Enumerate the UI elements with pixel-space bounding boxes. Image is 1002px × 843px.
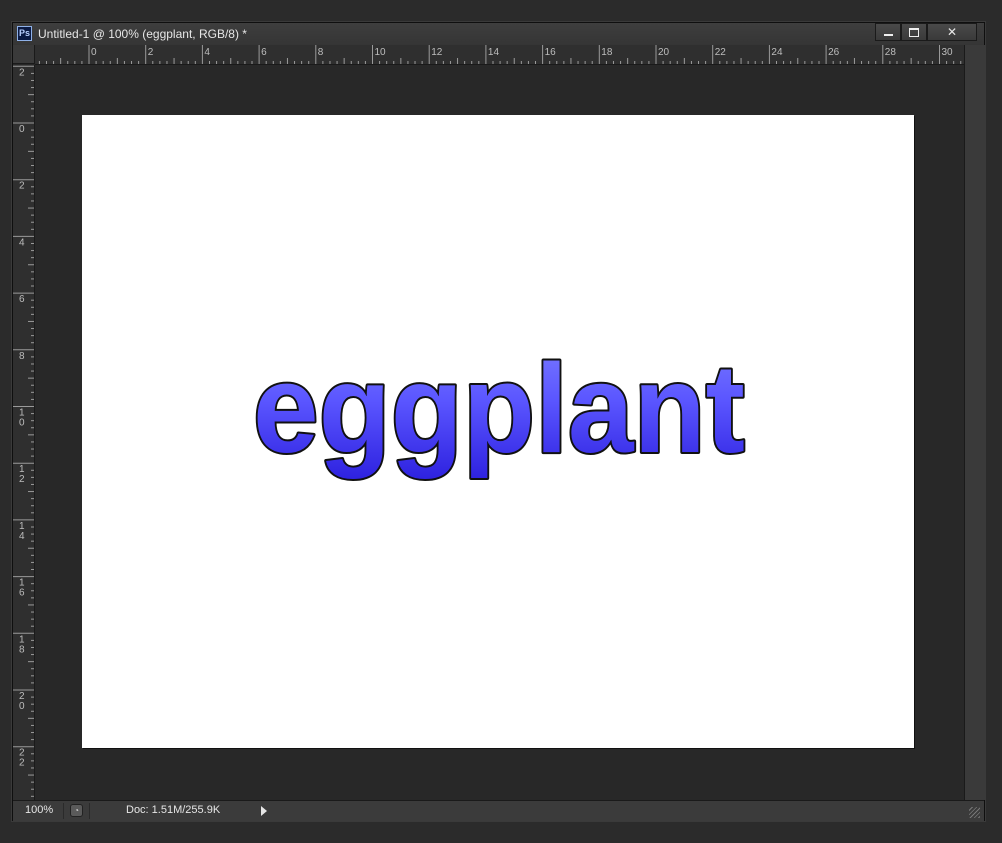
- ruler-label: 4: [19, 531, 25, 542]
- ruler-label: 8: [19, 351, 25, 362]
- document-status-icon[interactable]: ◔: [70, 804, 83, 817]
- horizontal-ruler-ticks: 0 2 4 6 8 10 12 14 16 18 20 22 24 26 28 30: [38, 45, 962, 64]
- status-bar: 100% ◔ Doc: 1.51M/255.9K: [13, 800, 984, 821]
- close-icon: ✕: [946, 25, 958, 39]
- ruler-label: 4: [204, 47, 210, 58]
- close-button[interactable]: ✕: [927, 23, 977, 41]
- vertical-ruler-ticks: 20246810121416182022: [13, 65, 34, 797]
- ruler-label: 18: [601, 47, 613, 58]
- ruler-label: 2: [19, 181, 25, 192]
- document-size-info: Doc: 1.51M/255.9K: [126, 804, 221, 816]
- eggplant-text-layer[interactable]: eggplant: [251, 336, 747, 481]
- photoshop-icon: Ps: [17, 26, 32, 41]
- status-menu-arrow-icon[interactable]: [261, 806, 267, 816]
- ruler-label: 2: [19, 758, 25, 769]
- title-bar[interactable]: Ps Untitled-1 @ 100% (eggplant, RGB/8) *…: [13, 23, 984, 46]
- ruler-label: 30: [942, 47, 954, 58]
- ruler-label: 12: [431, 47, 443, 58]
- ruler-label: 26: [828, 47, 840, 58]
- ruler-label: 20: [658, 47, 670, 58]
- window-title: Untitled-1 @ 100% (eggplant, RGB/8) *: [38, 27, 247, 41]
- resize-grip-icon[interactable]: [969, 807, 980, 818]
- status-divider: [63, 803, 64, 819]
- ruler-label: 6: [19, 294, 25, 305]
- ruler-label: 0: [19, 124, 25, 135]
- minimize-icon: [883, 33, 893, 36]
- text-layer-render: eggplant: [251, 336, 747, 481]
- minimize-button[interactable]: [875, 23, 901, 41]
- maximize-button[interactable]: [901, 23, 927, 41]
- ruler-label: 8: [19, 644, 25, 655]
- status-divider: [89, 803, 90, 819]
- ruler-origin[interactable]: [13, 45, 35, 64]
- horizontal-ruler[interactable]: 0 2 4 6 8 10 12 14 16 18 20 22 24 26 28 30: [35, 45, 964, 65]
- ruler-label: 0: [91, 47, 97, 58]
- document-window: Ps Untitled-1 @ 100% (eggplant, RGB/8) *…: [12, 22, 985, 821]
- ruler-label: 0: [19, 701, 25, 712]
- vertical-scrollbar[interactable]: [964, 45, 985, 800]
- ruler-label: 16: [545, 47, 557, 58]
- ruler-label: 2: [19, 67, 25, 78]
- ruler-label: 10: [375, 47, 387, 58]
- document-canvas[interactable]: eggplant: [82, 115, 914, 748]
- ruler-label: 2: [148, 47, 154, 58]
- ruler-label: 24: [771, 47, 783, 58]
- ruler-label: 14: [488, 47, 500, 58]
- vertical-ruler[interactable]: 20246810121416182022: [13, 65, 35, 800]
- maximize-icon: [909, 28, 919, 38]
- ruler-label: 6: [261, 47, 267, 58]
- ruler-label: 8: [318, 47, 324, 58]
- ruler-label: 28: [885, 47, 897, 58]
- ruler-label: 6: [19, 588, 25, 599]
- ruler-label: 0: [19, 418, 25, 429]
- ruler-label: 4: [19, 237, 25, 248]
- ruler-label: 22: [715, 47, 727, 58]
- zoom-level-field[interactable]: 100%: [25, 804, 53, 816]
- canvas-area[interactable]: eggplant: [35, 65, 964, 799]
- ruler-label: 2: [19, 474, 25, 485]
